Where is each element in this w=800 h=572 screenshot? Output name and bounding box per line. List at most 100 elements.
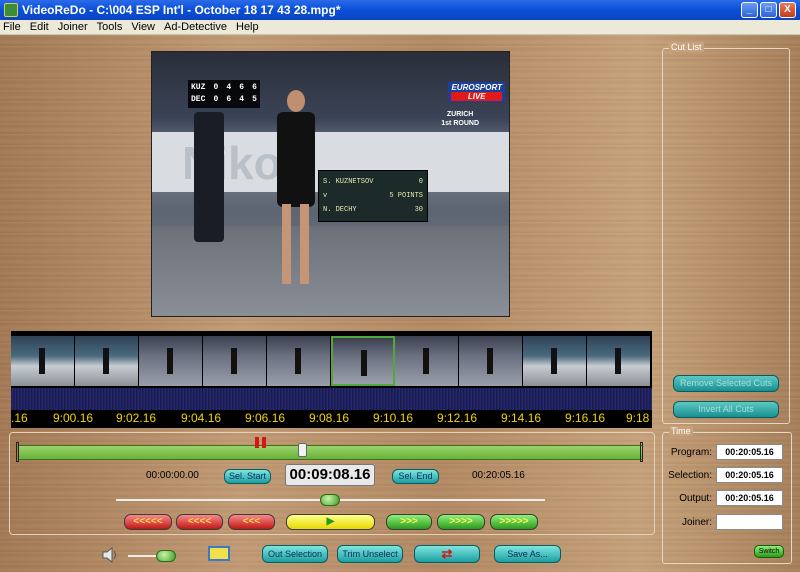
cut-marker[interactable]	[255, 437, 259, 448]
score-1a: 0	[213, 83, 219, 92]
close-button[interactable]: X	[779, 2, 796, 18]
thumbnail-current[interactable]	[331, 336, 395, 386]
score-1d: 6	[252, 83, 257, 92]
forward-button[interactable]: >>>	[386, 514, 432, 530]
slider-start-bracket	[16, 442, 19, 462]
cut-list-title: Cut List	[669, 42, 704, 52]
timeline-label: 9:18	[626, 411, 650, 425]
scoreboard-player2: N. DECHY	[323, 206, 357, 214]
menu-bar: File Edit Joiner Tools View Ad-Detective…	[0, 20, 800, 35]
timeline-label: 9:08.16	[309, 411, 350, 425]
program-time-field: 00:20:05.16	[716, 444, 783, 460]
player-outfit	[277, 112, 315, 207]
remove-selected-cuts-button[interactable]: Remove Selected Cuts	[673, 375, 779, 392]
timeline-label: 9:06.16	[245, 411, 286, 425]
player-leg-right	[300, 204, 309, 284]
rewind-fastest-button[interactable]: <<<<<	[124, 514, 172, 530]
title-bar: VideoReDo - C:\004 ESP Int'l - October 1…	[0, 0, 800, 20]
thumbnail[interactable]	[203, 336, 267, 386]
rewind-fast-button[interactable]: <<<<	[176, 514, 223, 530]
switch-button[interactable]: Switch	[754, 545, 784, 558]
selection-end-time: 00:20:05.16	[472, 470, 525, 481]
rewind-button[interactable]: <<<	[228, 514, 275, 530]
video-preview[interactable]: Nikon KUZ 0 4 6 6 DEC 0 6 4 5 EUROSPORT …	[151, 51, 510, 317]
filmstrip-timeline[interactable]: .16 9:00.16 9:02.16 9:04.16 9:06.16 9:08…	[11, 331, 652, 428]
cut-list-panel: Cut List	[662, 42, 790, 424]
event-location: ZURICH	[446, 111, 474, 118]
thumbnail[interactable]	[139, 336, 203, 386]
thumbnail-strip[interactable]	[11, 336, 652, 386]
channel-logo: EUROSPORT LIVE	[448, 82, 505, 102]
cut-marker[interactable]	[262, 437, 266, 448]
menu-tools[interactable]: Tools	[97, 21, 123, 33]
live-badge: LIVE	[451, 92, 502, 101]
score-abbr-1: KUZ	[191, 83, 206, 92]
play-button[interactable]: ▶	[286, 514, 375, 530]
selection-time-field: 00:20:05.16	[716, 467, 783, 483]
invert-all-cuts-button[interactable]: Invert All Cuts	[673, 401, 779, 418]
slider-end-bracket	[640, 442, 643, 462]
timeline-label: 9:16.16	[565, 411, 606, 425]
scoreboard-player1: S. KUZNETSOV	[323, 178, 374, 186]
output-time-field: 00:20:05.16	[716, 490, 783, 506]
thumbnail[interactable]	[459, 336, 523, 386]
menu-help[interactable]: Help	[236, 21, 259, 33]
timeline-label: 9:00.16	[53, 411, 94, 425]
audio-waveform	[11, 388, 652, 410]
score-2a: 0	[213, 95, 219, 104]
time-panel-title: Time	[669, 426, 693, 436]
thumbnail[interactable]	[587, 336, 651, 386]
score-abbr-2: DEC	[191, 95, 206, 104]
scoreboard-versus: v	[323, 192, 328, 200]
speaker-icon[interactable]	[101, 547, 117, 563]
scoreboard-points: 5 POINTS	[389, 192, 423, 200]
program-label: Program:	[670, 447, 712, 458]
joiner-time-field	[716, 514, 783, 530]
selection-label: Selection:	[668, 470, 712, 481]
joiner-label: Joiner:	[681, 517, 712, 528]
forward-fast-button[interactable]: >>>>	[437, 514, 485, 530]
timeline-label: 9:10.16	[373, 411, 414, 425]
timeline-label: .16	[11, 411, 28, 425]
film-icon[interactable]	[208, 546, 230, 561]
scoreboard-player1-score: 0	[418, 178, 423, 186]
menu-view[interactable]: View	[131, 21, 155, 33]
line-official	[194, 112, 224, 242]
event-caption: ZURICH 1st ROUND	[441, 110, 479, 128]
forward-fastest-button[interactable]: >>>>>	[490, 514, 538, 530]
timeline-label: 9:12.16	[437, 411, 478, 425]
menu-ad-detective[interactable]: Ad-Detective	[164, 21, 227, 33]
trim-unselect-button[interactable]: Trim Unselect	[337, 545, 403, 563]
player-head	[287, 90, 305, 112]
timeline-label: 9:02.16	[116, 411, 157, 425]
speed-slider-knob[interactable]	[320, 494, 340, 506]
thumbnail[interactable]	[395, 336, 459, 386]
minimize-button[interactable]: _	[741, 2, 758, 18]
menu-edit[interactable]: Edit	[30, 21, 49, 33]
thumbnail[interactable]	[75, 336, 139, 386]
sel-start-button[interactable]: Sel. Start	[224, 469, 271, 484]
thumbnail[interactable]	[267, 336, 331, 386]
position-slider[interactable]	[18, 445, 643, 460]
thumbnail[interactable]	[11, 336, 75, 386]
menu-file[interactable]: File	[3, 21, 21, 33]
scoreboard-player2-score: 30	[414, 206, 423, 214]
cycle-icon[interactable]: ⇄	[414, 545, 480, 563]
window-title: VideoReDo - C:\004 ESP Int'l - October 1…	[22, 3, 341, 17]
out-selection-button[interactable]: Out Selection	[262, 545, 328, 563]
current-time-display: 00:09:08.16	[285, 464, 375, 486]
position-slider-knob[interactable]	[298, 443, 307, 457]
save-as-button[interactable]: Save As...	[494, 545, 561, 563]
score-2d: 5	[252, 95, 257, 104]
app-icon	[4, 3, 18, 17]
timeline-label: 9:14.16	[501, 411, 542, 425]
volume-slider-knob[interactable]	[156, 550, 176, 562]
score-2b: 6	[226, 95, 232, 104]
thumbnail[interactable]	[523, 336, 587, 386]
maximize-button[interactable]: □	[760, 2, 777, 18]
score-1b: 4	[226, 83, 232, 92]
score-2c: 4	[239, 95, 245, 104]
menu-joiner[interactable]: Joiner	[58, 21, 88, 33]
sel-end-button[interactable]: Sel. End	[392, 469, 439, 484]
player-leg-left	[282, 204, 291, 284]
